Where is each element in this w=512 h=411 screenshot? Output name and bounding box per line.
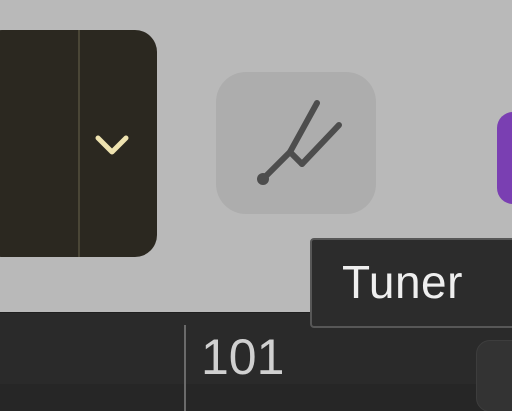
tuning-fork-icon [252, 94, 342, 190]
control-bar: 101 Tuner [0, 0, 512, 411]
ruler-scroll-handle[interactable] [476, 340, 512, 411]
chevron-down-icon[interactable] [92, 126, 132, 166]
tuner-button[interactable] [216, 72, 376, 214]
tooltip-text: Tuner [342, 256, 463, 308]
ruler-bar-tick [184, 325, 186, 411]
tooltip: Tuner [310, 238, 512, 328]
ruler-bar-number: 101 [201, 329, 285, 385]
lcd-divider [78, 30, 80, 257]
lcd-display[interactable] [0, 30, 157, 257]
record-mode-button[interactable] [497, 112, 512, 204]
